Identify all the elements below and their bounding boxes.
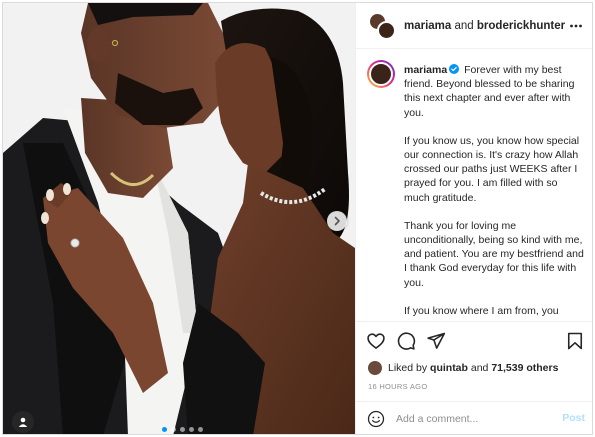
post-header: mariama and broderickhunter <box>356 3 592 49</box>
comment-input[interactable] <box>396 411 546 427</box>
likes-connector: and <box>470 362 489 374</box>
caption-paragraph: Thank you for loving me unconditionally,… <box>404 219 584 289</box>
chevron-right-icon <box>334 216 340 226</box>
carousel-dot <box>198 427 203 432</box>
couple-photo-image <box>3 3 355 434</box>
carousel-indicator <box>162 427 203 432</box>
heart-icon[interactable] <box>366 331 386 351</box>
caption-username-link[interactable]: mariama <box>404 64 447 76</box>
avatar[interactable] <box>368 361 382 375</box>
caption-text: mariama Forever with my best friend. Bey… <box>404 63 584 320</box>
caption-paragraph: mariama Forever with my best friend. Bey… <box>404 63 584 120</box>
caption-paragraph: If you know where I am from, you know ho… <box>404 304 579 320</box>
carousel-dot <box>162 427 167 432</box>
carousel-dot <box>180 427 185 432</box>
collab-avatars[interactable] <box>368 11 396 40</box>
more-horizontal-icon[interactable] <box>569 19 583 33</box>
avatar <box>369 62 393 86</box>
verified-badge-icon <box>449 64 460 74</box>
caption-section: mariama Forever with my best friend. Bey… <box>356 50 592 320</box>
post-actions <box>356 321 592 361</box>
author-username-link[interactable]: mariama <box>404 20 451 32</box>
authors-connector: and <box>454 19 474 32</box>
carousel-next-button[interactable] <box>327 211 347 231</box>
carousel-dot <box>171 427 176 432</box>
tagged-users-button[interactable] <box>12 411 34 433</box>
likes-summary: Liked by quintab and 71,539 others <box>368 361 558 375</box>
carousel-dot <box>189 427 194 432</box>
bookmark-icon[interactable] <box>565 331 585 351</box>
likes-count-link[interactable]: 71,539 others <box>491 362 558 374</box>
avatar[interactable] <box>377 20 396 40</box>
post-photo[interactable] <box>3 3 355 434</box>
caption-avatar[interactable] <box>367 60 395 88</box>
liker-username-link[interactable]: quintab <box>430 362 468 374</box>
comment-icon[interactable] <box>396 331 416 351</box>
post-timestamp[interactable]: 16 HOURS AGO <box>368 382 427 391</box>
emoji-icon[interactable] <box>367 410 385 428</box>
likes-prefix: Liked by <box>388 362 428 374</box>
coauthor-username-link[interactable]: broderickhunter <box>477 20 565 32</box>
post-dialog: mariama and broderickhunter mariama Fore… <box>2 2 593 435</box>
user-tag-icon <box>18 417 28 427</box>
post-comment-button[interactable]: Post <box>562 412 585 424</box>
comment-bar: Post <box>356 401 592 434</box>
post-authors: mariama and broderickhunter <box>404 20 565 32</box>
caption-paragraph: If you know us, you know how special our… <box>404 134 580 204</box>
send-icon[interactable] <box>426 331 446 351</box>
post-side-panel: mariama and broderickhunter mariama Fore… <box>355 3 592 434</box>
